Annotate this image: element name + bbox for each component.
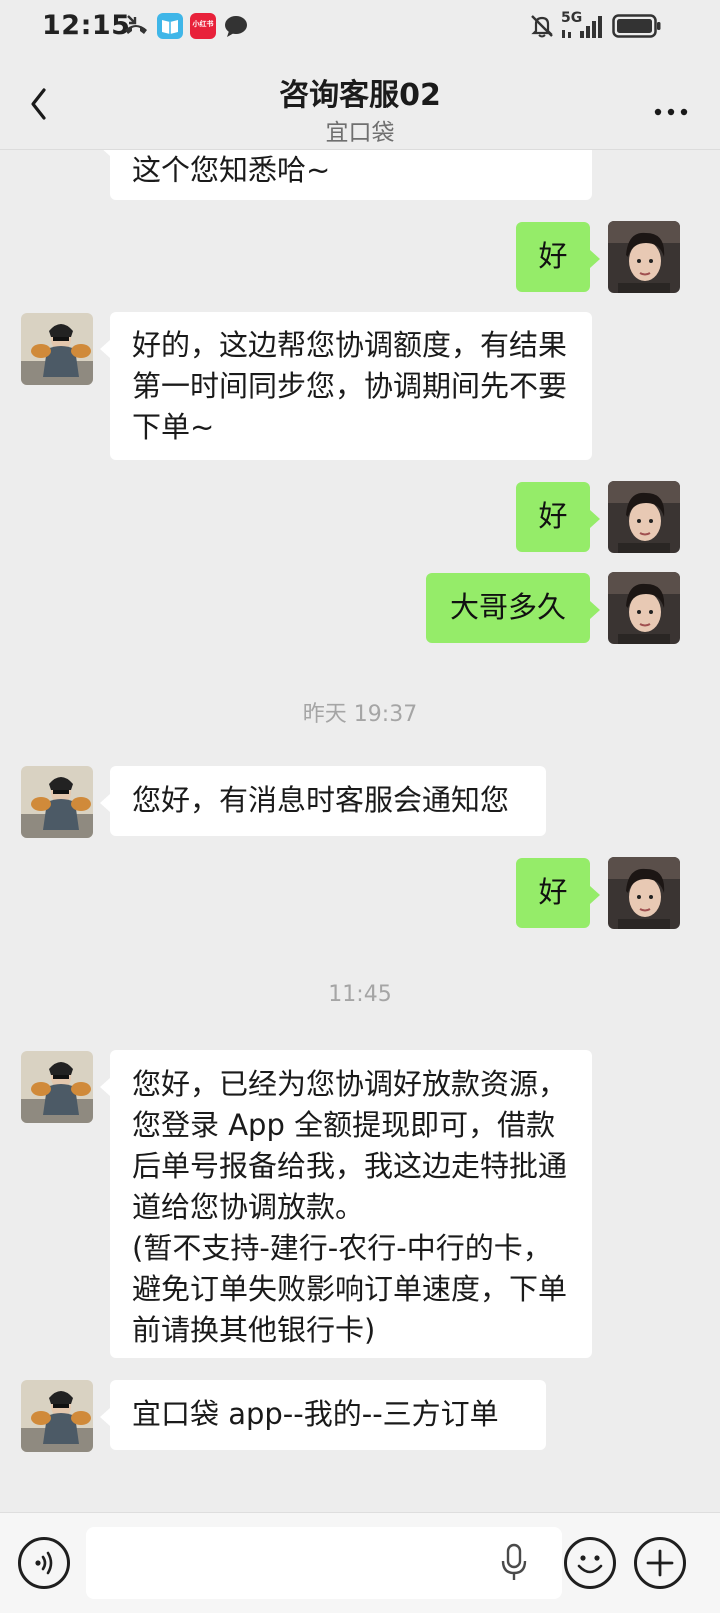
chat-header: 咨询客服02 宜口袋 [0,56,720,150]
xiaohongshu-app-icon: 小红书 [190,13,216,39]
voice-button[interactable] [18,1537,70,1589]
agent-avatar[interactable] [21,766,93,838]
message-outgoing: 好 [0,481,720,553]
mute-bell-icon [528,12,556,40]
timestamp: 11:45 [328,982,392,1007]
more-icon [654,108,688,116]
book-app-icon [157,13,183,39]
chat-title: 咨询客服02 [279,78,441,113]
emoji-button[interactable] [564,1537,616,1589]
emoji-icon [577,1555,603,1574]
message-incoming: 宜口袋 app--我的--三方订单 [0,1379,720,1452]
timestamp: 昨天 19:37 [302,702,418,727]
xiaohongshu-label: 小红书 [192,20,214,28]
message-bubble[interactable]: 宜口袋 app--我的--三方订单 [100,1380,546,1450]
my-avatar[interactable] [608,572,680,644]
battery-icon [612,13,662,39]
message-incoming: 好的，这边帮您协调额度，有结果 第一时间同步您，协调期间先不要 下单~ [0,312,720,462]
agent-avatar[interactable] [21,1380,93,1452]
message-bubble[interactable]: 您好，有消息时客服会通知您 [100,766,546,836]
message-incoming: 您好，已经为您协调好放款资源， 您登录 App 全额提现即可，借款 后单号报备给… [0,1050,720,1360]
message-bubble[interactable]: 您好，已经为您协调好放款资源， 您登录 App 全额提现即可，借款 后单号报备给… [100,1050,592,1358]
message-outgoing: 好 [0,221,720,293]
message-input[interactable] [86,1527,562,1599]
message-list[interactable]: 这个您知悉哈~ 好 好的，这边帮您协调额度，有结果 第一时间同步您，协调期间先不… [0,150,720,1512]
chat-subtitle: 宜口袋 [325,120,395,146]
plus-icon [646,1549,674,1577]
message-bubble[interactable]: 大哥多久 [426,573,600,643]
message-incoming: 您好，有消息时客服会通知您 [0,765,720,838]
status-time: 12:15 [42,10,131,41]
microphone-icon[interactable] [500,1543,528,1583]
message-outgoing: 大哥多久 [0,572,720,644]
my-avatar[interactable] [608,857,680,929]
agent-avatar[interactable] [21,313,93,385]
message-bubble[interactable]: 好的，这边帮您协调额度，有结果 第一时间同步您，协调期间先不要 下单~ [100,312,592,460]
agent-avatar[interactable] [21,1051,93,1123]
message-bubble[interactable]: 这个您知悉哈~ [100,150,592,200]
status-bar: 12:15 小红书 5G [0,0,720,56]
voice-icon [35,1551,53,1575]
plus-button[interactable] [634,1537,686,1589]
message-outgoing: 好 [0,857,720,929]
more-button[interactable] [654,101,688,116]
signal-icon [560,14,602,40]
message-bubble[interactable]: 好 [516,222,600,292]
input-bar [0,1512,720,1613]
message-incoming: 这个您知悉哈~ [0,150,720,202]
my-avatar[interactable] [608,221,680,293]
message-bubble[interactable]: 好 [516,858,600,928]
message-bubble[interactable]: 好 [516,482,600,552]
message-icon [223,13,249,39]
my-avatar[interactable] [608,481,680,553]
missed-call-icon [122,12,150,40]
